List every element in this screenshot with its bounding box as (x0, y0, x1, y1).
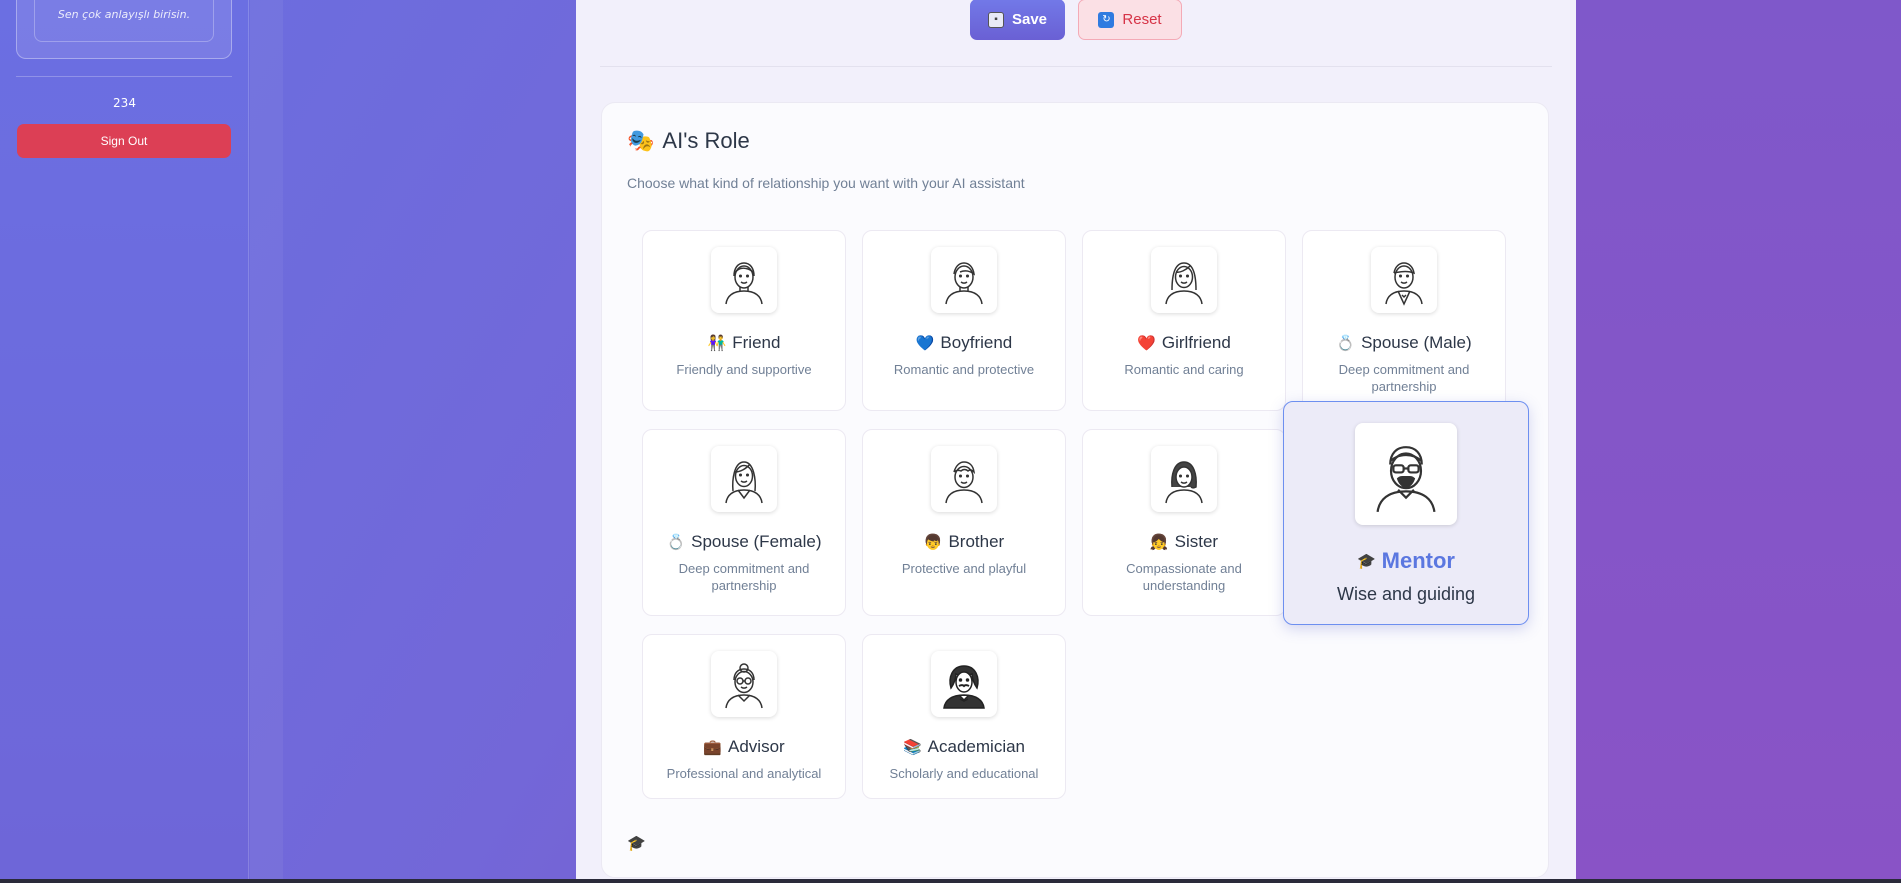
role-name: 💍 Spouse (Male) (1336, 333, 1472, 352)
section-title-text: AI's Role (662, 128, 750, 153)
background-right (1576, 0, 1901, 883)
friend-avatar-icon (711, 247, 777, 313)
role-option-mentor[interactable]: 🎓 Mentor Wise and guiding (1283, 401, 1529, 625)
books-icon: 📚 (902, 739, 922, 756)
sidebar-divider (16, 76, 232, 77)
theater-masks-icon: 🎭 (627, 128, 655, 153)
role-option-brother[interactable]: 👦 Brother Protective and playful (862, 429, 1066, 616)
role-description: Compassionate and understanding (1126, 561, 1242, 593)
role-description: Professional and analytical (666, 766, 822, 781)
toolbar-divider (600, 66, 1552, 67)
role-option-boyfriend[interactable]: 💙 Boyfriend Romantic and protective (862, 230, 1066, 411)
save-label: Save (1011, 11, 1048, 28)
taskbar-edge (0, 879, 1901, 883)
briefcase-icon: 💼 (703, 739, 722, 756)
boy-icon: 👦 (923, 534, 943, 551)
refresh-icon: ↻ (1098, 11, 1115, 28)
girlfriend-avatar-icon (1151, 247, 1217, 313)
spouse-male-avatar-icon (1371, 247, 1437, 313)
role-description: Romantic and caring (1124, 362, 1244, 377)
role-name: 💼 Advisor (703, 737, 785, 756)
blue-heart-icon: 💙 (915, 335, 935, 352)
ring-icon: 💍 (1336, 335, 1356, 352)
role-name: 📚 Academician (902, 737, 1025, 756)
role-option-friend[interactable]: 👫 Friend Friendly and supportive (642, 230, 846, 411)
save-button[interactable]: ▪ Save (970, 0, 1065, 40)
role-name: ❤️ Girlfriend (1137, 333, 1231, 352)
advisor-avatar-icon (711, 651, 777, 717)
role-description: Deep commitment and partnership (678, 561, 810, 593)
academician-avatar-icon (931, 651, 997, 717)
graduation-cap-icon: 🎓 (1356, 553, 1376, 570)
role-description: Wise and guiding (1336, 584, 1476, 604)
selected-role-note: 🎓 (627, 833, 927, 853)
role-description: Scholarly and educational (889, 766, 1039, 781)
section-description: Choose what kind of relationship you wan… (627, 175, 1025, 191)
boyfriend-avatar-icon (931, 247, 997, 313)
role-name: 🎓 Mentor (1356, 548, 1455, 573)
role-description: Romantic and protective (893, 362, 1035, 377)
message-count: 234 (113, 96, 136, 110)
role-name: 👦 Brother (923, 532, 1005, 551)
red-heart-icon: ❤️ (1137, 335, 1156, 352)
ai-role-section: 🎭 AI's Role Choose what kind of relation… (601, 102, 1549, 878)
sister-avatar-icon (1151, 446, 1217, 512)
ring-icon: 💍 (666, 534, 686, 551)
role-description: Protective and playful (901, 561, 1027, 576)
role-description: Friendly and supportive (676, 362, 812, 377)
role-description: Deep commitment and partnership (1338, 362, 1470, 394)
settings-panel: ▪ Save ↻ Reset 🎭 AI's Role Choose what k… (576, 0, 1576, 883)
role-name: 💙 Boyfriend (915, 333, 1013, 352)
quote-text: Sen çok anlayışlı birisin. (34, 0, 214, 42)
role-option-spouse-male[interactable]: 💍 Spouse (Male) Deep commitment and partn… (1302, 230, 1506, 411)
sign-out-button[interactable]: Sign Out (17, 124, 231, 158)
role-name: 💍 Spouse (Female) (666, 532, 822, 551)
quote-card: Sen çok anlayışlı birisin. (16, 0, 232, 59)
role-option-girlfriend[interactable]: ❤️ Girlfriend Romantic and caring (1082, 230, 1286, 411)
brother-avatar-icon (931, 446, 997, 512)
section-title: 🎭 AI's Role (627, 128, 750, 154)
mentor-avatar-icon (1355, 423, 1457, 525)
reset-button[interactable]: ↻ Reset (1078, 0, 1182, 40)
role-option-sister[interactable]: 👧 Sister Compassionate and understanding (1082, 429, 1286, 616)
graduation-cap-icon: 🎓 (627, 834, 646, 852)
role-option-academician[interactable]: 📚 Academician Scholarly and educational (862, 634, 1066, 799)
role-name: 👫 Friend (707, 333, 781, 352)
role-option-advisor[interactable]: 💼 Advisor Professional and analytical (642, 634, 846, 799)
reset-label: Reset (1122, 11, 1162, 28)
sidebar-edge (250, 0, 283, 883)
role-name: 👧 Sister (1149, 532, 1219, 551)
sidebar: Sen çok anlayışlı birisin. 234 Sign Out (0, 0, 249, 883)
floppy-disk-icon: ▪ (987, 11, 1004, 28)
people-icon: 👫 (707, 335, 727, 352)
spouse-female-avatar-icon (711, 446, 777, 512)
role-option-spouse-female[interactable]: 💍 Spouse (Female) Deep commitment and par… (642, 429, 846, 616)
girl-icon: 👧 (1149, 534, 1169, 551)
